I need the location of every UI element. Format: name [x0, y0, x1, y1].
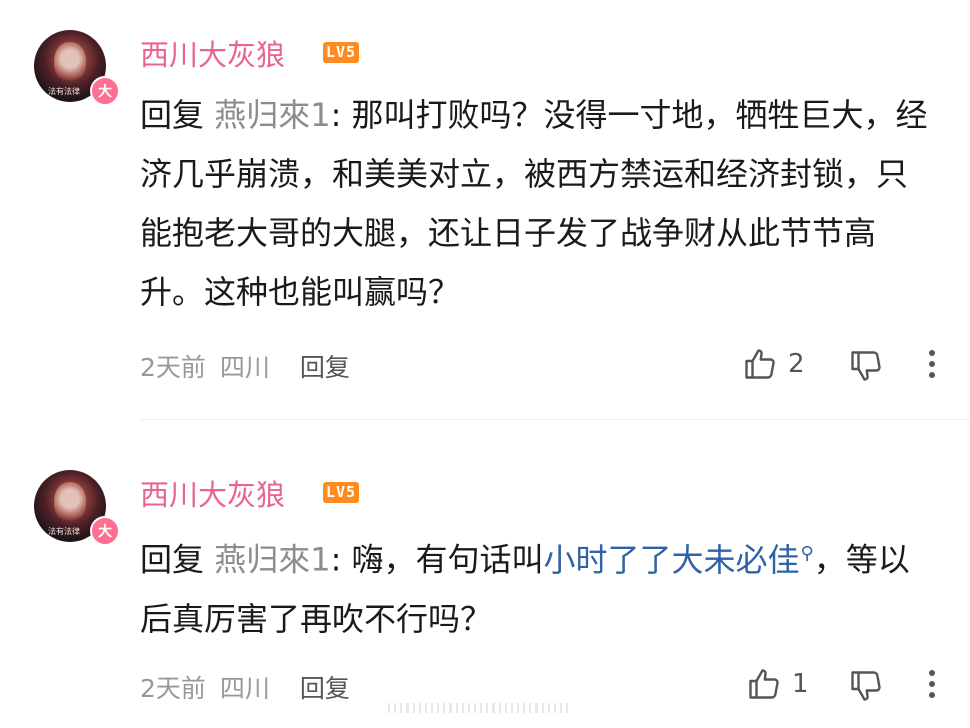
reply-prefix: 回复 — [140, 96, 205, 134]
avatar[interactable]: 法有法律 大 — [34, 30, 120, 106]
more-button[interactable] — [924, 666, 940, 708]
avatar-caption: 法有法律 — [48, 527, 80, 536]
avatar-face — [54, 42, 86, 84]
comment-text: 回复 燕归來1: 嗨，有句话叫小时了了大未必佳⚲，等以后真厉害了再吹不行吗？ — [140, 524, 930, 649]
thumbs-up-icon — [745, 349, 775, 379]
dislike-button[interactable] — [848, 348, 884, 388]
like-button[interactable]: 2 — [742, 346, 805, 382]
username[interactable]: 西川大灰狼 — [140, 32, 285, 74]
more-vertical-icon — [929, 350, 935, 378]
comment-time: 2天前 — [140, 674, 206, 703]
level-badge: LV5 — [323, 42, 360, 63]
comment-location: 四川 — [219, 353, 270, 382]
avatar-caption: 法有法律 — [48, 87, 80, 96]
like-count: 1 — [792, 669, 809, 699]
search-link-text: 小时了了大未必佳 — [543, 540, 800, 579]
search-icon: ⚲ — [800, 543, 814, 564]
avatar-face — [54, 482, 86, 524]
avatar-badge: 大 — [90, 516, 120, 546]
level-badge: LV5 — [323, 482, 360, 503]
more-vertical-icon — [929, 670, 935, 698]
reply-target-user[interactable]: 燕归來1 — [214, 541, 330, 579]
reply-target-user[interactable]: 燕归來1 — [214, 96, 330, 134]
avatar-badge: 大 — [90, 76, 120, 106]
comment-divider — [140, 419, 970, 420]
comment-body-start: : 嗨，有句话叫 — [330, 540, 544, 579]
watermark-strip — [388, 703, 569, 713]
comment-meta: 2天前 四川 回复 — [140, 348, 356, 384]
comment-time: 2天前 — [140, 353, 206, 382]
search-link[interactable]: 小时了了大未必佳⚲ — [544, 541, 814, 579]
avatar[interactable]: 法有法律 大 — [34, 470, 120, 546]
username[interactable]: 西川大灰狼 — [140, 472, 285, 514]
like-button[interactable]: 1 — [746, 666, 809, 702]
like-count: 2 — [788, 349, 805, 379]
thumbs-up-icon — [749, 669, 779, 699]
more-button[interactable] — [924, 346, 940, 388]
reply-prefix: 回复 — [140, 540, 205, 579]
comment-text: 回复 燕归來1: 那叫打败吗？没得一寸地，牺牲巨大，经济几乎崩溃，和美美对立，被… — [140, 86, 930, 322]
thumbs-down-icon — [851, 351, 881, 381]
thumbs-down-icon — [851, 671, 881, 701]
dislike-button[interactable] — [848, 668, 884, 708]
reply-button[interactable]: 回复 — [300, 674, 350, 703]
comment-meta: 2天前 四川 回复 — [140, 669, 356, 705]
reply-button[interactable]: 回复 — [300, 353, 350, 382]
comment-location: 四川 — [219, 674, 270, 703]
